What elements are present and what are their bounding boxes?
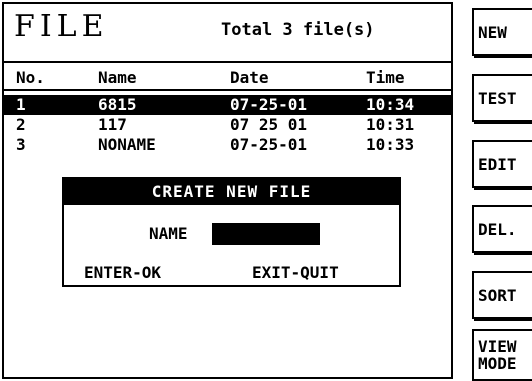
column-header-no: No. <box>16 68 45 87</box>
row-no: 2 <box>16 115 26 134</box>
divider <box>4 61 451 63</box>
create-file-dialog: CREATE NEW FILE NAME ENTER-OK EXIT-QUIT <box>62 177 401 287</box>
table-row[interactable]: 1 6815 07-25-01 10:34 <box>4 95 451 115</box>
row-name: 117 <box>98 115 127 134</box>
row-date: 07 25 01 <box>230 115 308 134</box>
view-mode-button-label-2: MODE <box>478 354 517 373</box>
column-header-time: Time <box>366 68 405 87</box>
file-panel: FILE Total 3 file(s) No. Name Date Time … <box>2 2 453 379</box>
new-button-label: NEW <box>478 22 507 42</box>
row-date: 07-25-01 <box>230 95 308 114</box>
exit-quit-hint: EXIT-QUIT <box>252 263 339 282</box>
page-title: FILE <box>14 9 109 44</box>
delete-button-label: DEL. <box>478 219 517 239</box>
new-button[interactable]: NEW <box>472 8 532 56</box>
test-button[interactable]: TEST <box>472 74 532 122</box>
delete-button[interactable]: DEL. <box>472 205 532 253</box>
row-no: 1 <box>16 95 26 114</box>
view-mode-button-label-1: VIEW <box>478 337 517 356</box>
file-count: Total 3 file(s) <box>221 20 375 40</box>
table-row[interactable]: 2 117 07 25 01 10:31 <box>4 115 451 135</box>
row-date: 07-25-01 <box>230 135 308 154</box>
row-time: 10:31 <box>366 115 415 134</box>
sort-button-label: SORT <box>478 285 517 305</box>
row-name: NONAME <box>98 135 156 154</box>
column-header-date: Date <box>230 68 269 87</box>
table-row[interactable]: 3 NONAME 07-25-01 10:33 <box>4 135 451 155</box>
header-divider <box>4 89 451 91</box>
edit-button-label: EDIT <box>478 154 517 174</box>
dialog-title: CREATE NEW FILE <box>64 179 399 205</box>
row-no: 3 <box>16 135 26 154</box>
name-label: NAME <box>149 224 188 243</box>
name-input[interactable] <box>212 223 320 245</box>
test-button-label: TEST <box>478 88 517 108</box>
edit-button[interactable]: EDIT <box>472 140 532 188</box>
enter-ok-hint: ENTER-OK <box>84 263 162 282</box>
row-time: 10:33 <box>366 135 415 154</box>
column-header-name: Name <box>98 68 137 87</box>
row-time: 10:34 <box>366 95 415 114</box>
row-name: 6815 <box>98 95 137 114</box>
sort-button[interactable]: SORT <box>472 271 532 319</box>
view-mode-button[interactable]: VIEW MODE <box>472 329 532 381</box>
